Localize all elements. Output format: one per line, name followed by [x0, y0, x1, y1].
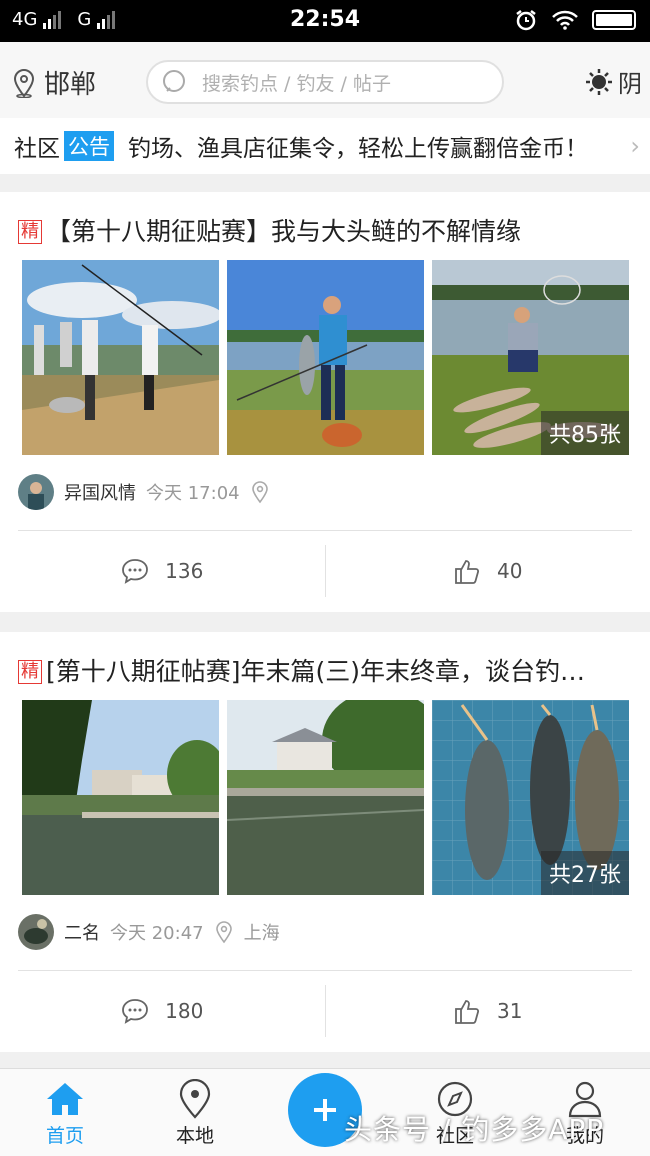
- chevron-right-icon: ›: [630, 132, 640, 160]
- weather-text: 阴: [618, 70, 642, 98]
- photo-count-badge: 共85张: [541, 411, 629, 455]
- plus-icon: [314, 1099, 336, 1121]
- wifi-icon: [552, 10, 578, 30]
- like-count: 40: [497, 559, 523, 583]
- search-icon: [163, 70, 185, 92]
- weather-widget[interactable]: 阴: [584, 64, 642, 99]
- post-photo[interactable]: 共85张: [432, 260, 629, 455]
- announcement-bar[interactable]: 社区 公告 钓场、渔具店征集令，轻松上传赢翻倍金币！ ›: [0, 118, 650, 174]
- thumbs-up-icon: [455, 1000, 480, 1024]
- post-photo[interactable]: [22, 700, 219, 895]
- post-actions: 180 31: [0, 971, 650, 1051]
- post-card[interactable]: 精【第十八期征贴赛】我与大头鲢的不解情缘 共85张 异国风情 今天 17:04 …: [0, 192, 650, 612]
- photo-grid: 共27张: [22, 700, 629, 895]
- post-title: 【第十八期征贴赛】我与大头鲢的不解情缘: [46, 217, 522, 246]
- like-count: 31: [497, 999, 523, 1023]
- avatar[interactable]: [18, 914, 54, 950]
- photo-count-badge: 共27张: [541, 851, 629, 895]
- status-bar: 4G G 22:54: [0, 0, 650, 42]
- map-pin-icon: [179, 1079, 211, 1119]
- home-icon: [47, 1083, 83, 1115]
- post-title-row[interactable]: 精【第十八期征贴赛】我与大头鲢的不解情缘: [18, 212, 636, 248]
- search-placeholder: 搜索钓点 / 钓友 / 帖子: [202, 72, 391, 95]
- author-name[interactable]: 二名: [64, 919, 100, 945]
- post-photo[interactable]: [227, 700, 424, 895]
- post-actions: 136 40: [0, 531, 650, 611]
- post-time: 今天 17:04: [146, 483, 240, 504]
- watermark: 头条号 / 钓多多APP: [344, 1113, 605, 1146]
- comment-icon: [122, 559, 149, 584]
- battery-icon: [592, 10, 636, 30]
- comment-button[interactable]: 180: [0, 971, 325, 1051]
- like-button[interactable]: 40: [326, 531, 650, 611]
- announcement-label: 社区: [14, 136, 60, 162]
- photo-canal-trees: [22, 700, 219, 895]
- post-photo[interactable]: [227, 260, 424, 455]
- featured-badge: 精: [18, 660, 42, 684]
- location-pin-icon: [13, 68, 35, 98]
- like-button[interactable]: 31: [326, 971, 650, 1051]
- comment-button[interactable]: 136: [0, 531, 325, 611]
- avatar[interactable]: [18, 474, 54, 510]
- status-icons: [514, 8, 636, 32]
- top-bar: 邯郸 搜索钓点 / 钓友 / 帖子 阴: [0, 42, 650, 118]
- post-meta: 异国风情 今天 17:04: [18, 474, 280, 510]
- photo-anglers-group: [22, 260, 219, 455]
- photo-river-houses: [227, 700, 424, 895]
- photo-angler-with-fish: [227, 260, 424, 455]
- nav-home[interactable]: 首页: [20, 1077, 110, 1148]
- location-pin-icon: [251, 481, 268, 504]
- featured-badge: 精: [18, 220, 42, 244]
- post-title-row[interactable]: 精 [第十八期征帖赛]年末篇(三)年末终章，谈台钓…: [18, 652, 636, 688]
- comment-count: 180: [165, 999, 204, 1023]
- search-input[interactable]: 搜索钓点 / 钓友 / 帖子: [146, 60, 504, 104]
- thumbs-up-icon: [455, 560, 480, 584]
- post-time: 今天 20:47: [110, 923, 204, 944]
- post-meta: 二名 今天 20:47 上海: [18, 914, 280, 950]
- author-name[interactable]: 异国风情: [64, 479, 136, 505]
- comment-count: 136: [165, 559, 204, 583]
- nav-local-label: 本地: [175, 1125, 214, 1147]
- alarm-icon: [516, 10, 536, 31]
- comment-icon: [122, 999, 149, 1024]
- cloudy-sun-icon: [586, 68, 612, 95]
- post-card[interactable]: 精 [第十八期征帖赛]年末篇(三)年末终章，谈台钓… 共27张 二名 今天 20…: [0, 632, 650, 1052]
- nav-home-label: 首页: [45, 1125, 84, 1147]
- nav-local[interactable]: 本地: [150, 1077, 240, 1148]
- post-location: 上海: [243, 923, 280, 944]
- location-pin-icon: [215, 921, 232, 944]
- announcement-tag: 公告: [64, 131, 114, 161]
- post-photo[interactable]: [22, 260, 219, 455]
- post-title: [第十八期征帖赛]年末篇(三)年末终章，谈台钓…: [46, 657, 586, 686]
- announcement-text: 钓场、渔具店征集令，轻松上传赢翻倍金币！: [128, 136, 588, 162]
- city-name: 邯郸: [44, 70, 97, 100]
- city-selector[interactable]: 邯郸: [12, 64, 96, 101]
- photo-grid: 共85张: [22, 260, 629, 455]
- post-photo[interactable]: 共27张: [432, 700, 629, 895]
